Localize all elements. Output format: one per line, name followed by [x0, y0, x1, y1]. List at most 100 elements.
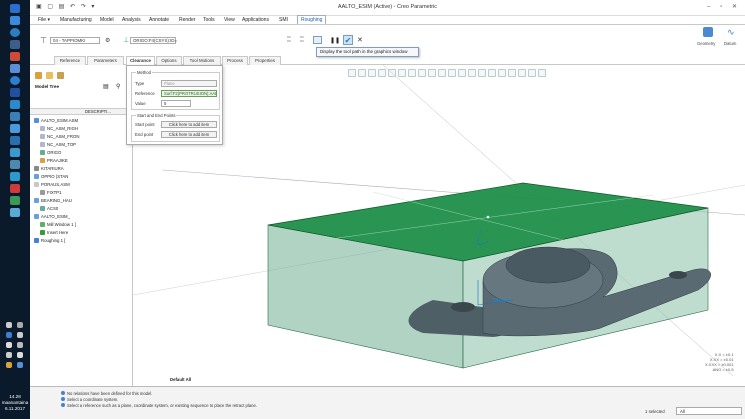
app-icon[interactable]	[10, 196, 20, 205]
tab[interactable]: Reference	[54, 56, 86, 65]
method-group-title: Method	[136, 70, 152, 75]
graphics-window[interactable]: ORIGO X Y X.X = ±0.1 X.XX = ±0.01 X.XXX = …	[133, 65, 745, 376]
csys-field[interactable]: ORIGO:F4(CSYS):ID=	[130, 37, 177, 44]
preview-icon[interactable]	[313, 36, 322, 44]
tree-item-label: AALTO_ESIM.ASM	[41, 118, 79, 123]
menu-item[interactable]: SMI	[279, 17, 288, 23]
app-icon[interactable]	[10, 136, 20, 145]
menu-item[interactable]: Model	[100, 17, 114, 23]
tray-icon[interactable]	[17, 352, 23, 358]
csys-icon[interactable]: ⊥	[123, 36, 129, 44]
tree-item[interactable]: FIXTP1	[40, 189, 62, 197]
folder-tab-icon[interactable]	[46, 72, 53, 79]
tree-item[interactable]: NC_ASM_TOP	[40, 141, 76, 149]
tray-icon[interactable]	[6, 322, 12, 328]
menu-item[interactable]: Tools	[203, 17, 215, 23]
tray-icon[interactable]	[6, 332, 12, 338]
menu-item[interactable]: Manufacturing	[60, 17, 92, 23]
tree-item[interactable]: NC_ASM_RIGH	[40, 125, 78, 133]
menu-item[interactable]: Render	[179, 17, 195, 23]
app-icon[interactable]	[10, 184, 20, 193]
datum-label[interactable]: Datum	[724, 41, 736, 46]
end-point-add-button[interactable]: Click here to add item	[161, 131, 217, 138]
app-icon[interactable]	[10, 112, 20, 121]
type-select[interactable]: Plane	[161, 80, 217, 87]
window-controls[interactable]: – ▫ ✕	[707, 3, 741, 10]
tool-selector[interactable]: 04 - TAPPIOMKI	[50, 37, 100, 44]
geometry-icon[interactable]	[703, 27, 713, 37]
tree-item[interactable]: Roughing 1 [	[34, 237, 65, 245]
tree-item[interactable]: NC_ASM_FRON	[40, 133, 79, 141]
app-icon[interactable]	[10, 64, 20, 73]
default-all-tab[interactable]: Default All	[170, 377, 191, 382]
tree-item[interactable]: PORAUS.ASM	[34, 181, 70, 189]
reference-field[interactable]: Surf:F2(PROTRUSION):AALT	[161, 90, 217, 97]
tree-item[interactable]: ACS0	[40, 205, 58, 213]
toolpath-icon[interactable]: ▭ ▭	[300, 35, 304, 43]
tree-settings-icon[interactable]: ▤	[103, 83, 109, 90]
favorites-tab-icon[interactable]	[57, 72, 64, 79]
value-input[interactable]: 5	[161, 100, 191, 107]
tab[interactable]: Properties	[249, 56, 281, 65]
geometry-label[interactable]: Geometry	[697, 41, 715, 46]
model-tree-tab-icon[interactable]	[35, 72, 42, 79]
app-icon[interactable]	[10, 52, 20, 61]
tray-icon[interactable]	[17, 342, 23, 348]
menu-item[interactable]: View	[224, 17, 235, 23]
tray-icon[interactable]	[17, 362, 23, 368]
app-icon[interactable]	[10, 76, 20, 85]
tree-item[interactable]: KITARIURA	[34, 165, 64, 173]
menu-item[interactable]: Analysis	[122, 17, 141, 23]
app-icon[interactable]	[10, 100, 20, 109]
start-point-add-button[interactable]: Click here to add item	[161, 121, 217, 128]
menu-item[interactable]: Applications	[242, 17, 269, 23]
tab[interactable]: Process	[222, 56, 248, 65]
tree-item-label: ACS0	[47, 206, 59, 211]
app-icon[interactable]	[10, 88, 20, 97]
tree-item-label: Insert Here	[47, 230, 69, 235]
tree-item[interactable]: PRAAJIKE	[40, 157, 68, 165]
tree-item[interactable]: Insert Here	[40, 229, 68, 237]
ok-button[interactable]: ✔	[343, 35, 353, 45]
tab[interactable]: Tool Motions	[183, 56, 221, 65]
tree-column-header[interactable]: DESCRIPTI...	[30, 108, 133, 115]
datum-icon[interactable]: ∿	[727, 27, 735, 38]
tree-item[interactable]: ORIGO	[40, 149, 61, 157]
app-icon[interactable]	[10, 124, 20, 133]
selection-filter[interactable]: All	[676, 407, 742, 415]
app-icon[interactable]	[10, 16, 20, 25]
tray-icon[interactable]	[6, 342, 12, 348]
app-icon[interactable]	[10, 40, 20, 49]
tree-item[interactable]: BEARING_HAU	[34, 197, 72, 205]
info-icon	[61, 397, 65, 401]
tab[interactable]: Parameters	[87, 56, 124, 65]
app-icon[interactable]	[10, 28, 20, 37]
tab[interactable]: Options	[156, 56, 182, 65]
window-title: AALTO_ESIM (Active) - Creo Parametric	[337, 4, 438, 10]
tool-settings-icon[interactable]: ⚙	[105, 37, 110, 44]
app-icon[interactable]	[10, 172, 20, 181]
tool-icon[interactable]: ⊤	[40, 36, 47, 45]
tree-item[interactable]: AALTO_ESIM_	[34, 213, 70, 221]
tree-filter-icon[interactable]: ⚲	[116, 83, 120, 90]
info-icon	[61, 391, 65, 395]
app-icon[interactable]	[10, 4, 20, 13]
tree-item[interactable]: AALTO_ESIM.ASM	[34, 117, 78, 125]
display-toolpath-icon[interactable]: ▭ ▭	[287, 35, 291, 43]
tree-item[interactable]: OPPIO (STAN	[34, 173, 68, 181]
menu-item[interactable]: Annotate	[149, 17, 169, 23]
app-icon[interactable]	[10, 208, 20, 217]
tree-item[interactable]: Mill Window 1 [	[40, 221, 76, 229]
menu-item[interactable]: File ▾	[38, 17, 50, 23]
type-label: Type	[135, 81, 145, 86]
tab[interactable]: Clearance	[126, 56, 155, 65]
app-icon[interactable]	[10, 148, 20, 157]
tray-icon[interactable]	[17, 322, 23, 328]
tray-icon[interactable]	[6, 352, 12, 358]
pause-button[interactable]: ❚❚	[330, 37, 340, 44]
cancel-button[interactable]: ✕	[357, 36, 363, 44]
menu-item[interactable]: Roughing	[297, 15, 327, 24]
app-icon[interactable]	[10, 160, 20, 169]
tray-icon[interactable]	[6, 362, 12, 368]
tray-icon[interactable]	[17, 332, 23, 338]
